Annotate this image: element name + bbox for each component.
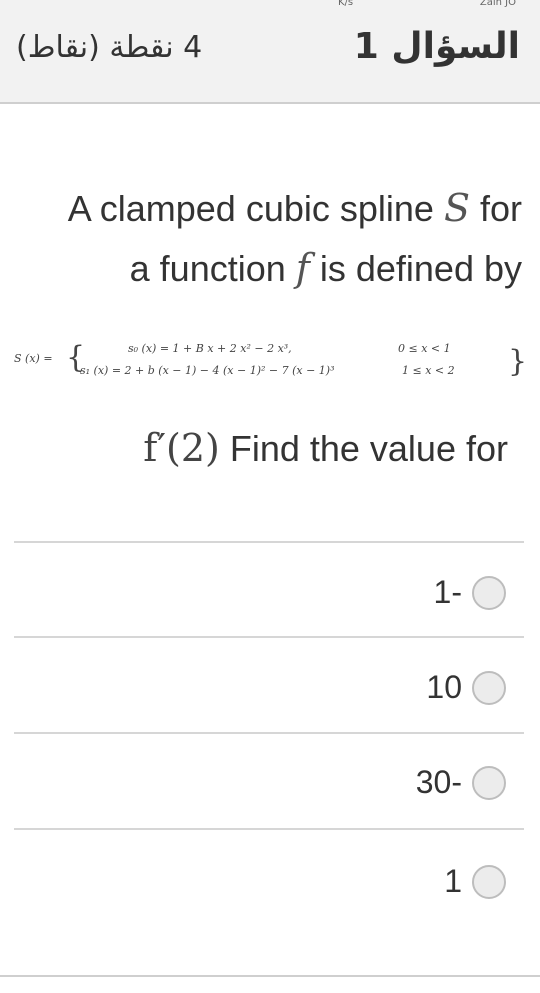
carrier-name: Zain JO [479, 0, 516, 8]
network-speed: K/s [338, 0, 354, 8]
right-brace: } [508, 344, 528, 379]
bottom-divider [0, 975, 540, 977]
question-points: 4 نقطة (نقاط) [16, 30, 203, 65]
radio-button[interactable] [472, 766, 506, 800]
option-divider [14, 828, 524, 830]
formula-piece-1: s₀ (x) = 1 + B x + 2 x² − 2 x³, [128, 342, 292, 355]
option-label: 1- [433, 574, 462, 610]
math-variable-f: f [295, 246, 310, 290]
formula-condition-2: 1 ≤ x < 2 [402, 364, 455, 377]
spline-formula: S (x) = { s₀ (x) = 1 + B x + 2 x² − 2 x³… [0, 338, 540, 388]
option-divider [14, 541, 524, 543]
radio-button[interactable] [472, 865, 506, 899]
derivative-expression: f′(2) [143, 426, 220, 470]
question-header: السؤال 1 4 نقطة (نقاط) [0, 12, 540, 104]
formula-piece-2: s₁ (x) = 2 + b (x − 1) − 4 (x − 1)² − 7 … [80, 364, 335, 377]
question-text-line-1: A clamped cubic spline S for [68, 186, 522, 230]
option-label: 10 [426, 669, 462, 705]
status-bar: K/s Zain JO [0, 0, 540, 12]
question-text: A clamped cubic spline [67, 188, 444, 229]
question-text-line-2: a function f is defined by [130, 246, 522, 290]
formula-lhs: S (x) = [14, 352, 53, 365]
question-text: for [469, 188, 522, 229]
question-prompt: f′(2) Find the value for [143, 426, 508, 470]
option-divider [14, 636, 524, 638]
question-text: a function [129, 248, 296, 289]
answer-option-3[interactable]: 30- [0, 746, 540, 840]
radio-button[interactable] [472, 576, 506, 610]
question-number: السؤال 1 [353, 26, 520, 67]
radio-button[interactable] [472, 671, 506, 705]
option-label: 30- [415, 764, 462, 800]
math-variable-s: S [443, 186, 470, 230]
answer-option-4[interactable]: 1 [0, 845, 540, 939]
option-divider [14, 732, 524, 734]
option-label: 1 [444, 863, 462, 899]
formula-condition-1: 0 ≤ x < 1 [398, 342, 451, 355]
answer-option-2[interactable]: 10 [0, 651, 540, 745]
question-text: is defined by [309, 248, 522, 289]
prompt-text: Find the value for [219, 428, 508, 469]
